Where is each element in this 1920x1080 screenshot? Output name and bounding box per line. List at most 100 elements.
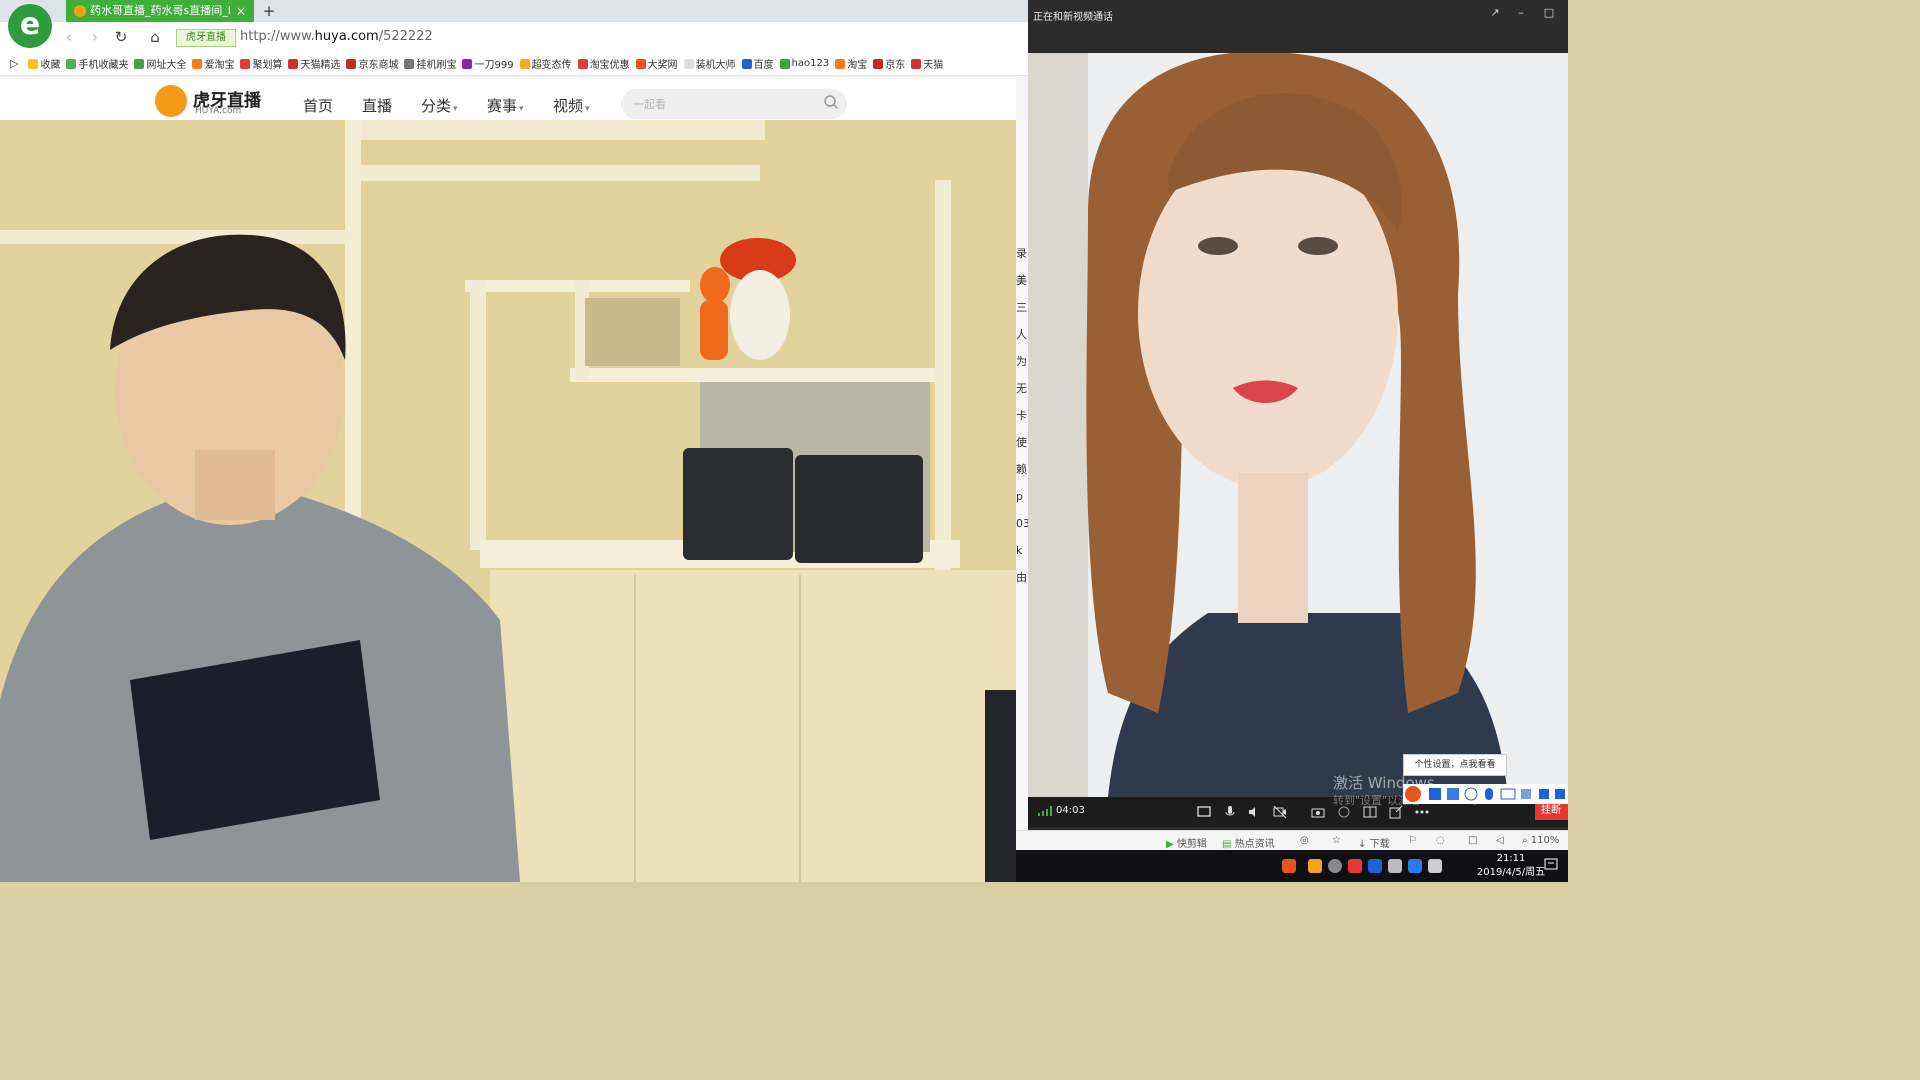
- logo-subtext: HUYA.com: [195, 106, 242, 116]
- bookmark-item[interactable]: 京东商城: [346, 56, 398, 71]
- bookmark-item[interactable]: 超变态传: [519, 56, 572, 71]
- jd-icon: [873, 58, 884, 69]
- remote-video[interactable]: [1028, 53, 1568, 797]
- status-icon-4[interactable]: ◌: [1436, 835, 1445, 846]
- ime-toolbar[interactable]: [1403, 784, 1568, 804]
- jd-icon: [346, 58, 357, 69]
- status-icon-2[interactable]: ☆: [1332, 835, 1341, 846]
- bookmark-item[interactable]: 淘宝优惠: [577, 56, 630, 71]
- bookmark-item[interactable]: 大奖网: [635, 56, 678, 71]
- browser-logo-icon[interactable]: e: [8, 4, 52, 48]
- stream-video-frame: [0, 120, 1016, 882]
- hao123-icon: [779, 58, 790, 69]
- stream-video[interactable]: [0, 120, 1016, 882]
- url-input[interactable]: http://www.huya.com/522222: [240, 28, 433, 46]
- status-icon-3[interactable]: ⚐: [1408, 835, 1417, 846]
- new-tab-button[interactable]: +: [262, 0, 276, 22]
- status-item[interactable]: ▶ 快剪辑: [1166, 835, 1207, 850]
- browser-tray-icon[interactable]: [1328, 859, 1342, 873]
- play-icon: ▶: [1166, 839, 1174, 850]
- tmall-icon: [911, 58, 922, 69]
- chat-icon[interactable]: [1196, 804, 1212, 820]
- refresh-icon[interactable]: ↻: [112, 28, 130, 46]
- bookmark-item[interactable]: 天猫: [911, 56, 943, 71]
- pin-icon[interactable]: ↗: [1488, 6, 1502, 20]
- status-item[interactable]: ▤ 热点资讯: [1222, 835, 1275, 850]
- bookmark-item[interactable]: 一刀999: [462, 56, 514, 71]
- game-icon: [519, 58, 530, 69]
- news-icon: ▤: [1222, 839, 1232, 850]
- bookmark-item[interactable]: 装机大师: [683, 56, 736, 71]
- microphone-icon[interactable]: [1222, 804, 1238, 820]
- camera-off-icon[interactable]: [1272, 804, 1288, 820]
- bookmark-item[interactable]: 天猫精选: [288, 56, 340, 71]
- taobao-icon: [192, 58, 203, 69]
- link-icon: [404, 58, 415, 69]
- qq-icon[interactable]: [1308, 859, 1322, 873]
- bookmark-item[interactable]: 网址大全: [134, 56, 186, 71]
- hangup-button[interactable]: 挂断: [1535, 802, 1568, 820]
- bookmark-expand-icon[interactable]: ▷: [10, 57, 18, 70]
- bookmark-item[interactable]: 爱淘宝: [192, 56, 234, 71]
- bookmark-item[interactable]: hao123: [779, 58, 829, 69]
- game-icon: [462, 58, 473, 69]
- minimize-icon[interactable]: –: [1514, 6, 1528, 20]
- back-icon[interactable]: ‹: [60, 28, 78, 46]
- bookmark-item[interactable]: 手机收藏夹: [66, 56, 128, 71]
- tmall-icon: [288, 58, 299, 69]
- nav-live[interactable]: 直播: [362, 95, 392, 116]
- browser-tab[interactable]: 药水哥直播_药水哥s直播间_lol ×: [66, 0, 254, 22]
- bookmarks-bar: ▷ 收藏 手机收藏夹 网址大全 爱淘宝 聚划算 天猫精选 京东商城 挂机刷宝 一…: [0, 52, 1028, 76]
- nav-category[interactable]: 分类 ▾: [421, 95, 458, 116]
- search-placeholder: 一起看: [633, 98, 666, 111]
- status-item[interactable]: ↓ 下载: [1358, 835, 1390, 850]
- huya-favicon-icon: [74, 5, 86, 17]
- phone-icon: [66, 58, 77, 69]
- tab-title: 药水哥直播_药水哥s直播间_lol: [90, 4, 230, 17]
- sogou-ime-icon[interactable]: [1282, 859, 1296, 873]
- search-icon[interactable]: [823, 94, 839, 110]
- video-call-window: 正在和新视频通话 ↗ – □ 04:03 挂断: [1028, 0, 1568, 850]
- taobao-icon: [835, 58, 846, 69]
- home-icon[interactable]: ⌂: [146, 28, 164, 46]
- bookmark-item[interactable]: 挂机刷宝: [404, 56, 456, 71]
- taskbar-clock[interactable]: 21:11 2019/4/5/周五: [1468, 852, 1554, 880]
- bluetooth-icon[interactable]: [1408, 859, 1422, 873]
- maximize-icon[interactable]: □: [1542, 6, 1556, 20]
- chevron-down-icon: ▾: [519, 104, 524, 114]
- bookmark-item[interactable]: 淘宝: [835, 56, 867, 71]
- windows-taskbar: 21:11 2019/4/5/周五: [1016, 850, 1568, 882]
- volume-icon[interactable]: ◁: [1496, 835, 1504, 846]
- call-timer: 04:03: [1056, 805, 1085, 816]
- status-icon-5[interactable]: □: [1468, 835, 1477, 846]
- bookmark-item[interactable]: 聚划算: [240, 56, 282, 71]
- site-badge[interactable]: 虎牙直播: [176, 29, 236, 47]
- clock-date: 2019/4/5/周五: [1476, 867, 1546, 878]
- bookmark-item[interactable]: 百度: [741, 56, 774, 71]
- call-title-bar: 正在和新视频通话 ↗ – □: [1028, 0, 1568, 30]
- bookmark-item[interactable]: 京东: [873, 56, 905, 71]
- screenshot-icon[interactable]: [1310, 804, 1326, 820]
- bookmark-item[interactable]: 收藏: [28, 56, 60, 71]
- nav-events[interactable]: 赛事 ▾: [487, 95, 524, 116]
- chevron-down-icon: ▾: [585, 104, 590, 114]
- network-icon[interactable]: [1388, 859, 1402, 873]
- chrome-icon: [635, 58, 646, 69]
- huya-logo[interactable]: 虎牙直播 HUYA.com: [155, 85, 267, 117]
- url-path: /522222: [378, 29, 433, 44]
- search-input[interactable]: 一起看: [621, 89, 847, 119]
- tab-close-icon[interactable]: ×: [236, 0, 246, 22]
- speaker-icon[interactable]: [1246, 804, 1262, 820]
- notification-icon[interactable]: [1543, 857, 1559, 873]
- tab-strip: 药水哥直播_药水哥s直播间_lol × +: [0, 0, 1028, 22]
- forward-icon[interactable]: ›: [86, 28, 104, 46]
- volume-tray-icon[interactable]: [1428, 859, 1442, 873]
- security-icon[interactable]: [1348, 859, 1362, 873]
- status-icon-1[interactable]: ◎: [1300, 835, 1309, 846]
- personalize-tooltip[interactable]: 个性设置，点我看看: [1403, 754, 1507, 776]
- nav-video[interactable]: 视频 ▾: [553, 95, 590, 116]
- zoom-level[interactable]: ⌕ 110%: [1522, 835, 1559, 846]
- nav-home[interactable]: 首页: [303, 95, 333, 116]
- coupon-icon: [577, 58, 588, 69]
- app-tray-icon[interactable]: [1368, 859, 1382, 873]
